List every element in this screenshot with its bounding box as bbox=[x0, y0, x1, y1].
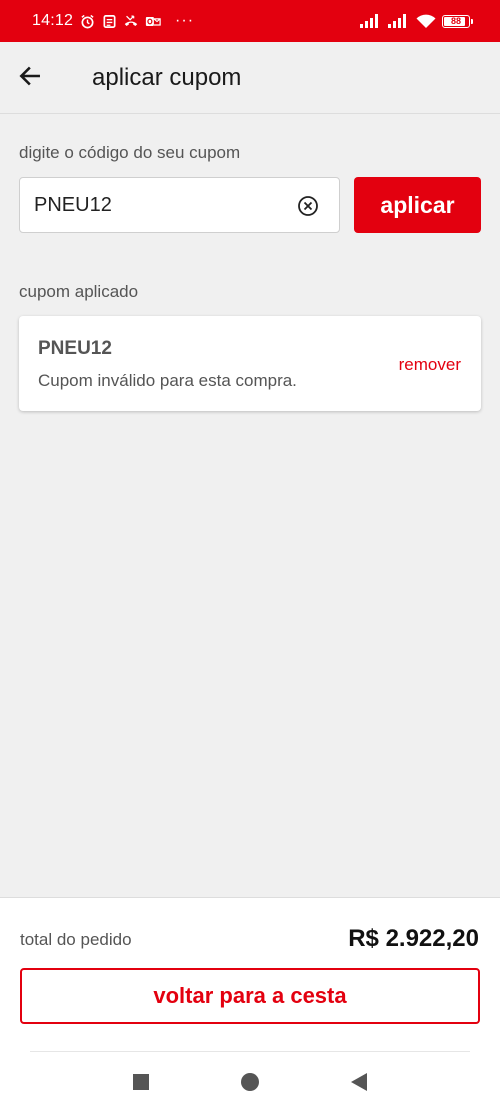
applied-coupon-card: PNEU12 Cupom inválido para esta compra. … bbox=[19, 316, 481, 411]
clear-input-button[interactable] bbox=[297, 195, 319, 217]
back-triangle-icon bbox=[349, 1072, 369, 1092]
order-total-value: R$ 2.922,20 bbox=[348, 925, 479, 952]
status-more: ··· bbox=[175, 12, 195, 29]
home-circle-icon bbox=[240, 1072, 260, 1092]
home-button[interactable] bbox=[238, 1070, 262, 1094]
screen: 14:12 ··· 88 aplicar cupom digite o códi… bbox=[0, 0, 500, 1111]
page-title: aplicar cupom bbox=[92, 64, 242, 91]
coupon-error-message: Cupom inválido para esta compra. bbox=[38, 371, 297, 390]
recents-square-icon bbox=[132, 1073, 150, 1091]
alarm-icon bbox=[79, 13, 95, 29]
status-time: 14:12 bbox=[32, 12, 74, 29]
status-bar: 14:12 ··· 88 bbox=[0, 0, 500, 42]
remove-coupon-button[interactable]: remover bbox=[399, 355, 461, 375]
app-bar: aplicar cupom bbox=[0, 42, 500, 114]
coupon-input-label: digite o código do seu cupom bbox=[19, 143, 241, 162]
outlook-icon bbox=[145, 13, 161, 29]
clear-circle-icon bbox=[297, 195, 319, 217]
order-summary: total do pedido R$ 2.922,20 voltar para … bbox=[0, 897, 500, 1111]
back-to-cart-button[interactable]: voltar para a cesta bbox=[20, 968, 480, 1024]
arrow-left-icon bbox=[17, 63, 43, 89]
coupon-field[interactable] bbox=[19, 177, 340, 233]
signal-icon bbox=[388, 13, 410, 29]
nav-divider bbox=[30, 1051, 470, 1052]
wifi-icon bbox=[416, 13, 436, 29]
system-nav-bar bbox=[0, 1058, 500, 1106]
recents-button[interactable] bbox=[129, 1070, 153, 1094]
notes-icon bbox=[101, 13, 117, 29]
status-left: 14:12 ··· bbox=[32, 12, 194, 30]
missed-call-icon bbox=[123, 13, 139, 29]
applied-coupon-label: cupom aplicado bbox=[19, 282, 139, 301]
applied-coupon-code: PNEU12 bbox=[38, 338, 112, 359]
system-back-button[interactable] bbox=[347, 1070, 371, 1094]
status-right: 88 bbox=[360, 13, 473, 29]
coupon-code-input[interactable] bbox=[34, 178, 284, 232]
battery-level: 88 bbox=[450, 16, 461, 26]
apply-coupon-button[interactable]: aplicar bbox=[354, 177, 481, 233]
back-button[interactable] bbox=[10, 56, 50, 96]
battery-icon: 88 bbox=[442, 14, 473, 28]
signal-icon bbox=[360, 13, 382, 29]
order-total-label: total do pedido bbox=[20, 930, 132, 949]
